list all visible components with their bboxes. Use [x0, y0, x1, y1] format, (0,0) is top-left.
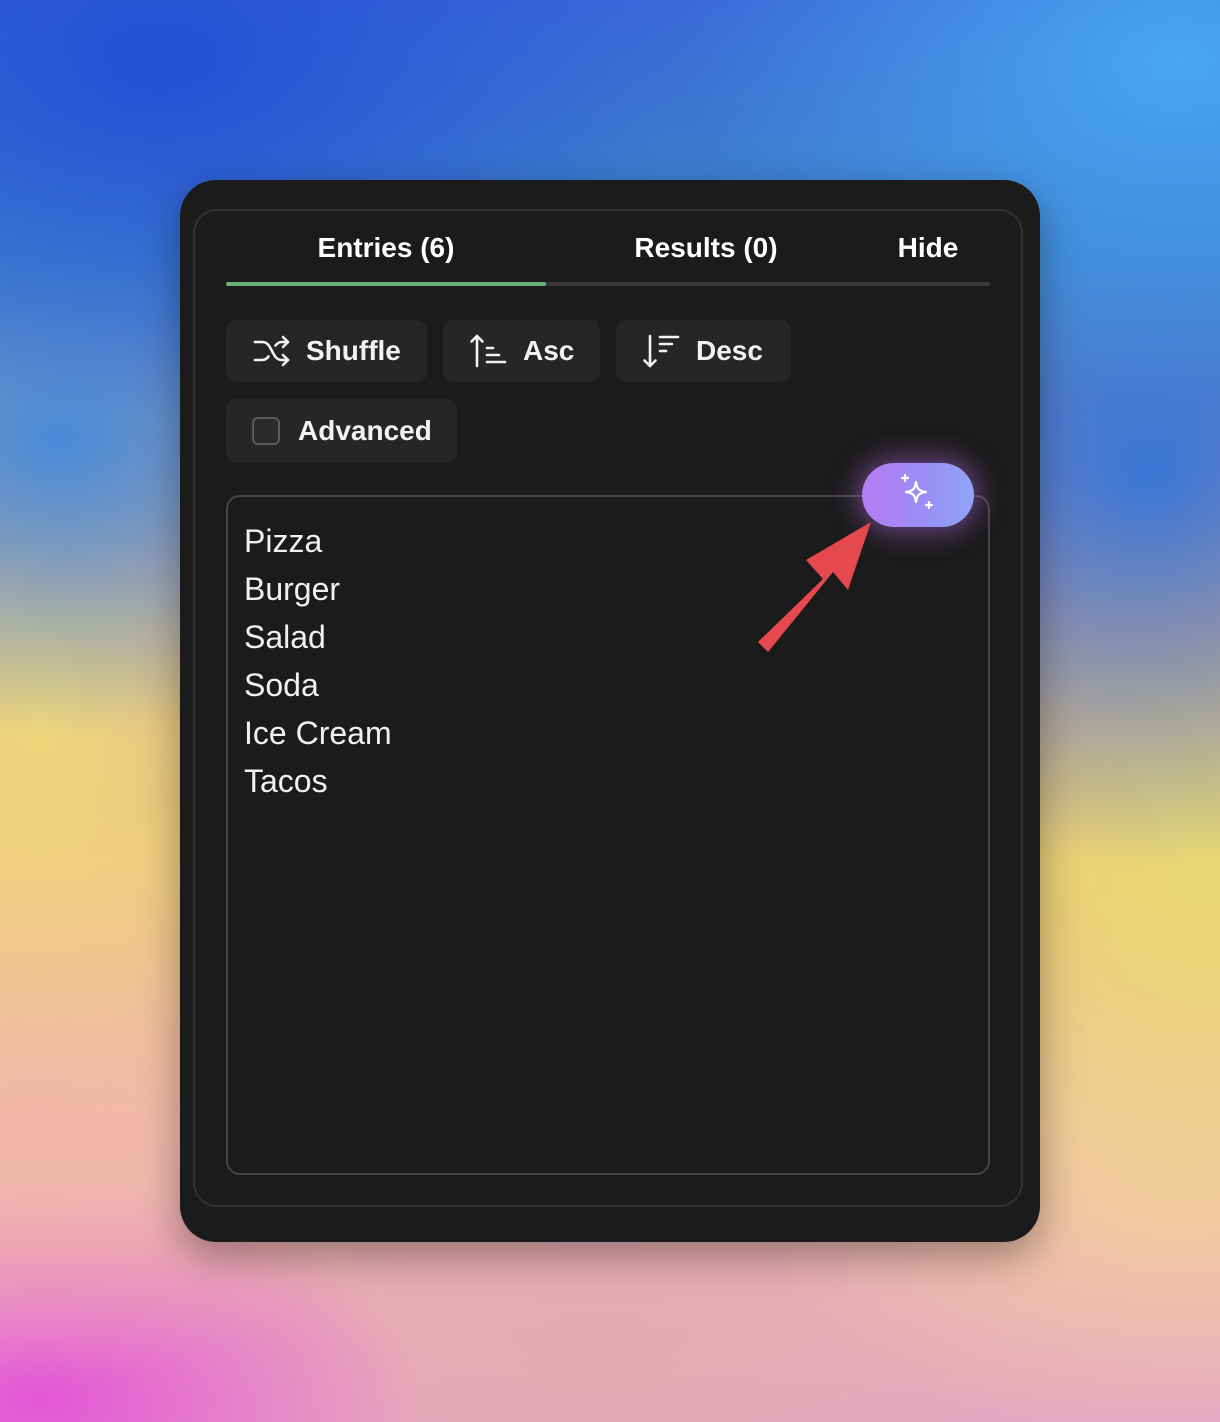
- sort-asc-button[interactable]: Asc: [443, 320, 600, 382]
- sort-desc-button[interactable]: Desc: [616, 320, 791, 382]
- annotation-arrow: [758, 522, 871, 652]
- sort-ascending-icon: [469, 331, 509, 371]
- desc-label: Desc: [696, 335, 763, 366]
- asc-label: Asc: [523, 335, 575, 366]
- shuffle-icon: [252, 331, 292, 371]
- advanced-toggle[interactable]: Advanced: [226, 399, 457, 463]
- shuffle-button[interactable]: Shuffle: [226, 320, 427, 382]
- advanced-label: Advanced: [298, 415, 432, 446]
- shuffle-label: Shuffle: [306, 335, 401, 366]
- tab-results[interactable]: Results (0): [546, 226, 866, 270]
- entry-line: Ice Cream: [244, 715, 392, 751]
- advanced-checkbox[interactable]: [252, 417, 280, 445]
- tab-entries[interactable]: Entries (6): [226, 226, 546, 270]
- entry-line: Soda: [244, 667, 319, 703]
- sparkles-icon: [896, 471, 940, 520]
- entry-line: Tacos: [244, 763, 328, 799]
- sort-descending-icon: [642, 331, 682, 371]
- tab-active-indicator: [226, 282, 546, 286]
- hide-button[interactable]: Hide: [866, 226, 990, 270]
